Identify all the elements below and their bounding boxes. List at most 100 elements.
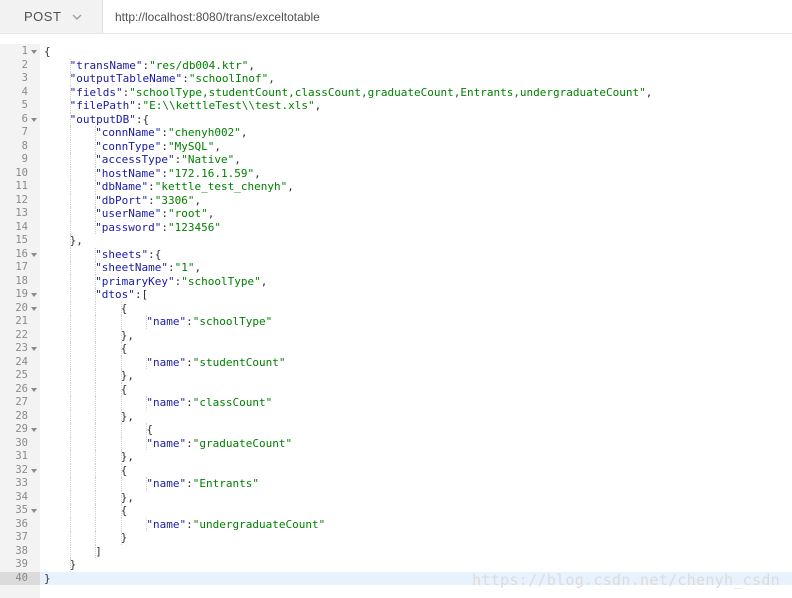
code-line[interactable]: 3 "outputTableName":"schoolInof", xyxy=(0,72,792,86)
code-text: "dtos":[ xyxy=(95,288,148,301)
code-line[interactable]: 10 "hostName":"172.16.1.59", xyxy=(0,166,792,180)
url-input[interactable] xyxy=(103,0,792,33)
json-string: "3306" xyxy=(154,193,195,207)
code-line[interactable]: 38] xyxy=(0,544,792,558)
code-line[interactable]: 33 "name":"Entrants" xyxy=(0,477,792,491)
code-line-content: "sheetName":"1", xyxy=(40,261,792,275)
code-line[interactable]: 16 "sheets":{ xyxy=(0,247,792,261)
code-line[interactable]: 34}, xyxy=(0,490,792,504)
line-number-text: 27 xyxy=(15,396,28,408)
code-line[interactable]: 29 { xyxy=(0,423,792,437)
code-line[interactable]: 32 { xyxy=(0,463,792,477)
indent-guide xyxy=(69,301,71,315)
code-line[interactable]: 14 "password":"123456" xyxy=(0,220,792,235)
code-line[interactable]: 2 "transName":"res/db004.ktr", xyxy=(0,58,792,72)
code-line[interactable]: 36 "name":"undergraduateCount" xyxy=(0,517,792,531)
line-number-text: 7 xyxy=(21,126,28,138)
indent-guide xyxy=(69,261,71,275)
fold-toggle-icon[interactable] xyxy=(31,117,37,122)
code-line[interactable]: 12 "dbPort":"3306", xyxy=(0,193,792,207)
fold-toggle-icon[interactable] xyxy=(31,252,37,257)
code-line[interactable]: 35 { xyxy=(0,504,792,518)
json-string: "undergraduateCount" xyxy=(192,517,326,531)
indent-guide xyxy=(95,261,97,275)
indent-guide xyxy=(69,193,71,207)
indent-guide xyxy=(146,396,148,410)
code-line[interactable]: 7 "connName":"chenyh002", xyxy=(0,126,792,140)
indent-guide xyxy=(95,220,97,234)
code-line[interactable]: 4 "fields":"schoolType,studentCount,class… xyxy=(0,85,792,99)
code-line[interactable]: 40} xyxy=(0,571,792,585)
code-line[interactable]: 21 "name":"schoolType" xyxy=(0,315,792,329)
code-line[interactable]: 20 { xyxy=(0,301,792,315)
fold-toggle-icon[interactable] xyxy=(31,306,37,311)
line-number: 29 xyxy=(0,423,40,437)
code-line[interactable]: 8 "connType":"MySQL", xyxy=(0,139,792,153)
request-body-editor[interactable]: 1{2 "transName":"res/db004.ktr", 3 "outputT… xyxy=(0,44,792,598)
indent-guide xyxy=(69,247,71,261)
code-line[interactable]: 13 "userName":"root", xyxy=(0,207,792,221)
json-key: "outputTableName" xyxy=(69,72,183,85)
indent-guide xyxy=(69,126,71,140)
code-line[interactable]: 6 "outputDB":{ xyxy=(0,112,792,126)
code-line[interactable]: 25}, xyxy=(0,369,792,383)
code-line[interactable]: 19 "dtos":[ xyxy=(0,288,792,302)
json-punctuation: }, xyxy=(120,490,135,504)
indent-guide xyxy=(120,423,122,437)
json-key: "connType" xyxy=(95,139,162,153)
json-string: "Entrants" xyxy=(192,477,259,490)
json-key: "accessType" xyxy=(95,153,175,166)
method-dropdown[interactable]: POST xyxy=(0,0,103,33)
chevron-down-icon xyxy=(72,14,82,20)
line-number-text: 11 xyxy=(15,180,28,192)
json-string: "root" xyxy=(168,207,208,220)
line-number: 22 xyxy=(0,329,40,343)
indent-guide xyxy=(95,342,97,356)
indent-guide xyxy=(69,58,71,72)
code-line[interactable]: 39} xyxy=(0,558,792,572)
code-line-content: "password":"123456" xyxy=(40,220,792,234)
line-number: 14 xyxy=(0,221,40,235)
indent-guide xyxy=(69,166,71,180)
json-string: "E:\\kettleTest\\test.xls" xyxy=(142,99,315,112)
fold-toggle-icon[interactable] xyxy=(31,387,37,392)
code-line[interactable]: 26 { xyxy=(0,382,792,396)
json-key: "dbPort" xyxy=(95,193,149,207)
code-line-content: }, xyxy=(40,490,792,504)
fold-toggle-icon[interactable] xyxy=(31,293,37,297)
code-line[interactable]: 30 "name":"graduateCount" xyxy=(0,436,792,450)
code-line[interactable]: 27 "name":"classCount" xyxy=(0,396,792,410)
fold-toggle-icon[interactable] xyxy=(31,468,37,473)
fold-toggle-icon[interactable] xyxy=(31,50,37,54)
code-line[interactable]: 17 "sheetName":"1", xyxy=(0,261,792,275)
code-line[interactable]: 28}, xyxy=(0,409,792,423)
indent-guide xyxy=(69,450,71,464)
code-line[interactable]: 22}, xyxy=(0,328,792,343)
code-line-content: "name":"studentCount" xyxy=(40,355,792,369)
code-line[interactable]: 37} xyxy=(0,531,792,545)
code-line[interactable]: 31}, xyxy=(0,450,792,464)
code-line[interactable]: 18 "primaryKey":"schoolType", xyxy=(0,274,792,288)
line-number-text: 13 xyxy=(15,207,28,219)
line-number: 23 xyxy=(0,342,40,356)
code-line[interactable]: 1{ xyxy=(0,45,792,59)
code-line[interactable]: 11 "dbName":"kettle_test_chenyh", xyxy=(0,180,792,194)
code-line[interactable]: 5 "filePath":"E:\\kettleTest\\test.xls", xyxy=(0,99,792,113)
json-string: "schoolInof" xyxy=(188,72,269,85)
code-line[interactable]: 23 { xyxy=(0,342,792,356)
indent-guide xyxy=(95,274,97,288)
fold-toggle-icon[interactable] xyxy=(31,509,37,513)
fold-toggle-icon[interactable] xyxy=(31,347,37,351)
json-punctuation: , xyxy=(234,153,241,166)
indent-guide xyxy=(69,207,71,221)
json-punctuation: :[ xyxy=(134,288,149,301)
code-line[interactable]: 24 "name":"studentCount" xyxy=(0,355,792,369)
code-line[interactable]: 9 "accessType":"Native", xyxy=(0,153,792,167)
code-line-content: "outputTableName":"schoolInof", xyxy=(40,72,792,86)
code-text: }, xyxy=(121,369,134,382)
fold-toggle-icon[interactable] xyxy=(31,428,37,432)
indent-guide xyxy=(69,112,71,126)
code-line[interactable]: 15}, xyxy=(0,234,792,248)
json-punctuation: }, xyxy=(69,234,83,247)
indent-guide xyxy=(95,463,97,477)
